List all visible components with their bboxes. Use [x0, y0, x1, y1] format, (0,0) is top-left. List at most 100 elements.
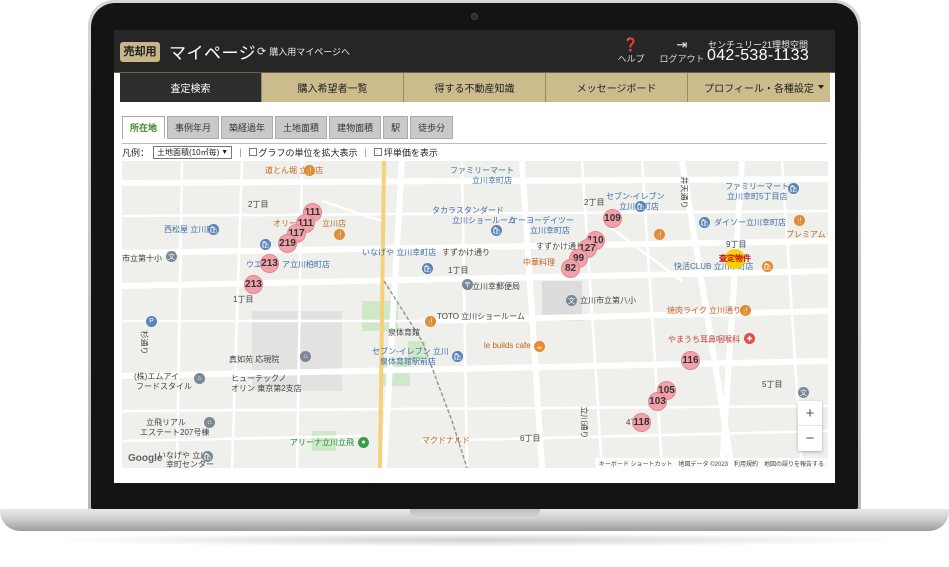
landmark-icon[interactable]: ⌂ [300, 351, 311, 362]
shopping-icon[interactable]: 🛍 [699, 217, 710, 228]
tab-profile-settings[interactable]: プロフィール・各種設定 [688, 73, 830, 102]
shopping-icon[interactable]: 🛍 [635, 201, 646, 212]
map-canvas[interactable]: 道とん堀 立川店 2丁目 オリー 立川店 西松屋 立川店 市立第十小 ウエ ア立… [122, 161, 828, 468]
case-marker[interactable]: 109 [603, 209, 622, 228]
map-label: 焼肉ライク 立川通り店 [667, 306, 750, 315]
enlarge-graph-option[interactable]: グラフの単位を拡大表示 [248, 146, 358, 159]
map-label: いなげや 立川幸町店 [362, 248, 437, 257]
tab-label: 購入希望者一覧 [297, 84, 368, 95]
tab-message-board[interactable]: メッセージボード [546, 73, 688, 102]
case-marker[interactable]: 116 [681, 351, 700, 370]
subtab-station[interactable]: 駅 [383, 116, 409, 139]
school-icon[interactable]: 文 [566, 295, 577, 306]
enlarge-graph-checkbox[interactable] [248, 148, 257, 156]
legend-select-value: 土地面積(10㎡毎) [157, 147, 220, 157]
shopping-icon[interactable]: 🛍 [762, 261, 773, 272]
subtab-case-date[interactable]: 事例年月 [167, 116, 220, 139]
map-label: 市立第十小 [122, 254, 162, 263]
tsubo-price-option[interactable]: 坪単価を表示 [373, 146, 438, 159]
map-label: 立川幸町5丁目店 [727, 192, 788, 201]
case-marker[interactable]: 118 [632, 413, 651, 432]
restaurant-icon[interactable]: 🍴 [425, 316, 436, 327]
map-label: 西松屋 立川店 [164, 225, 215, 234]
shopping-icon[interactable]: 🛍 [208, 224, 219, 235]
map-label: 1丁目 [448, 266, 469, 275]
map-label: 真如苑 応現院 [229, 355, 280, 364]
subtab-building-age[interactable]: 築経過年 [221, 116, 274, 139]
map-label: ダイソー立川幸町店 [714, 218, 786, 227]
map-label: 泉体育館 [388, 328, 420, 337]
case-marker[interactable]: 219 [278, 234, 297, 253]
school-icon[interactable]: 文 [166, 251, 177, 262]
stadium-icon[interactable]: ● [358, 437, 369, 448]
logout-label: ログアウト [659, 54, 705, 64]
laptop-shadow [40, 533, 909, 547]
map-label: 立川店 [322, 219, 346, 228]
map-label: 2丁目 [248, 200, 269, 209]
zoom-out-button[interactable]: − [798, 426, 822, 451]
tsubo-price-checkbox[interactable] [373, 148, 382, 156]
legend-bar: 凡例： 土地面積(10㎡毎) ▼ | グラフの単位を拡大表示 | 坪単価を表示 [122, 143, 827, 160]
map-label: 立川通り [579, 406, 589, 439]
map-label: 6丁目 [520, 434, 541, 443]
landmark-icon[interactable]: ⌂ [204, 417, 215, 428]
main-nav: 査定検索 購入希望者一覧 得する不動産知識 メッセージボード プロフィール・各種… [120, 73, 835, 102]
subtab-walk-minutes[interactable]: 徒歩分 [410, 116, 454, 139]
google-logo: Google [128, 453, 163, 464]
tab-knowledge[interactable]: 得する不動産知識 [404, 73, 546, 102]
tab-label: 得する不動産知識 [434, 84, 515, 95]
map-label: 1丁目 [233, 295, 254, 304]
restaurant-icon[interactable]: 🍴 [794, 215, 805, 226]
tab-appraisal-search[interactable]: 査定検索 [120, 73, 262, 102]
subtab-location[interactable]: 所在地 [122, 116, 166, 139]
restaurant-icon[interactable]: 🍴 [334, 229, 345, 240]
zoom-in-button[interactable]: + [798, 401, 822, 426]
case-marker[interactable]: 213 [244, 275, 263, 294]
tab-buyer-list[interactable]: 購入希望者一覧 [262, 73, 404, 102]
map-label: le builds cafe [484, 341, 531, 350]
screen: 売却用 マイページ ⟳ 購入用マイページへ ❓ ヘルプ ⇥ ログアウト センチュ… [114, 30, 835, 483]
restaurant-icon[interactable]: 🍴 [654, 229, 665, 240]
help-label: ヘルプ [617, 54, 645, 64]
map-label: ア立川柏町店 [282, 260, 330, 269]
laptop-mockup: 売却用 マイページ ⟳ 購入用マイページへ ❓ ヘルプ ⇥ ログアウト センチュ… [0, 0, 949, 567]
target-property-label: 査定物件 [719, 254, 751, 263]
map-attribution[interactable]: キーボード ショートカット 地図データ ©2023 利用規約 地図の誤りを報告す… [594, 458, 828, 468]
shopping-icon[interactable]: 🛍 [260, 239, 271, 250]
cafe-icon[interactable]: ☕ [534, 341, 545, 352]
help-button[interactable]: ❓ ヘルプ [611, 38, 651, 65]
map-label: 井天通り [679, 176, 689, 209]
chevron-down-icon [818, 85, 824, 89]
map-label: マクドナルド [422, 436, 470, 445]
laptop-notch [410, 509, 540, 519]
shopping-icon[interactable]: 🛍 [491, 225, 502, 236]
case-marker[interactable]: 213 [260, 254, 279, 273]
hospital-icon[interactable]: ✚ [744, 333, 755, 344]
subtab-land-area[interactable]: 土地面積 [275, 116, 328, 139]
shopping-icon[interactable]: 🛍 [202, 451, 213, 462]
school-icon[interactable]: 文 [798, 387, 809, 398]
landmark-icon[interactable]: ⌂ [194, 373, 205, 384]
logout-button[interactable]: ⇥ ログアウト [658, 38, 706, 65]
map-label: 杉通り [139, 330, 149, 355]
map-label: 2丁目 [584, 198, 605, 207]
map-label: プレミアム [786, 230, 826, 239]
restaurant-icon[interactable]: 🍴 [304, 165, 315, 176]
switch-to-buyer-link[interactable]: ⟳ 購入用マイページへ [257, 45, 350, 58]
case-marker[interactable]: 82 [561, 259, 580, 278]
shopping-icon[interactable]: 🛍 [452, 351, 463, 362]
map-label: すずかけ通り [442, 248, 490, 257]
tab-label: メッセージボード [576, 84, 657, 95]
map-label: オリン 東京第2支店 [231, 384, 302, 393]
legend-select[interactable]: 土地面積(10㎡毎) ▼ [153, 145, 233, 159]
parking-icon[interactable]: P [146, 316, 157, 327]
tab-label: プロフィール・各種設定 [704, 84, 814, 95]
post-office-icon[interactable]: 〒 [462, 279, 473, 290]
shopping-icon[interactable]: 🛍 [422, 263, 433, 274]
shopping-icon[interactable]: 🛍 [788, 183, 799, 194]
subtab-building-area[interactable]: 建物面積 [329, 116, 382, 139]
restaurant-icon[interactable]: 🍴 [740, 305, 751, 316]
case-marker[interactable]: 103 [648, 392, 667, 411]
tab-label: 査定検索 [170, 84, 211, 95]
map-label: 立川市立第八小 [580, 296, 636, 305]
